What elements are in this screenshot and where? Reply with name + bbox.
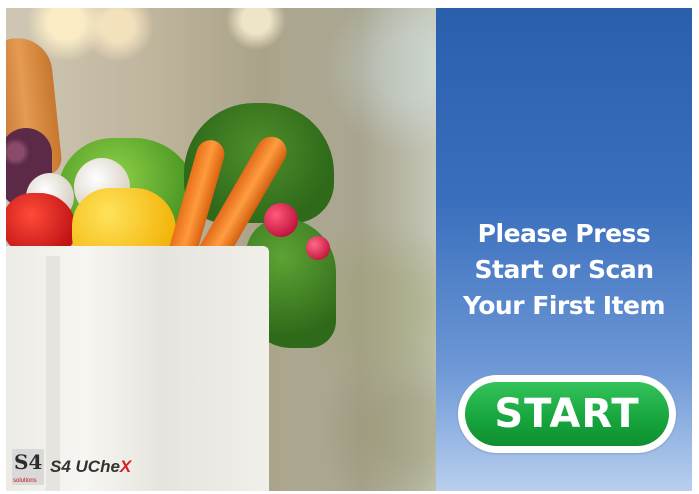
grocery-bag-image: S4 solutions S4 UCheX: [6, 8, 436, 491]
welcome-prompt: Please Press Start or Scan Your First It…: [436, 216, 692, 324]
brand-name-accent: X: [119, 457, 132, 476]
start-button-label[interactable]: START: [465, 382, 669, 446]
radish: [306, 236, 330, 260]
prompt-line-3: Your First Item: [462, 291, 666, 320]
brand-name: S4 UCheX: [50, 457, 131, 477]
logo-sub-text: solutions: [13, 478, 37, 484]
logo-mark-text: S4: [14, 450, 43, 474]
start-button[interactable]: START: [458, 375, 676, 453]
brand-name-main: S4 UChe: [50, 457, 120, 476]
prompt-line-2: Start or Scan: [474, 255, 654, 284]
radish: [264, 203, 298, 237]
prompt-line-1: Please Press: [477, 219, 651, 248]
action-panel: Please Press Start or Scan Your First It…: [436, 8, 692, 491]
brand-logo: S4 solutions S4 UCheX: [12, 449, 131, 485]
s4-logo-icon: S4 solutions: [12, 449, 44, 485]
kiosk-screen: S4 solutions S4 UCheX Please Press Start…: [6, 8, 692, 491]
